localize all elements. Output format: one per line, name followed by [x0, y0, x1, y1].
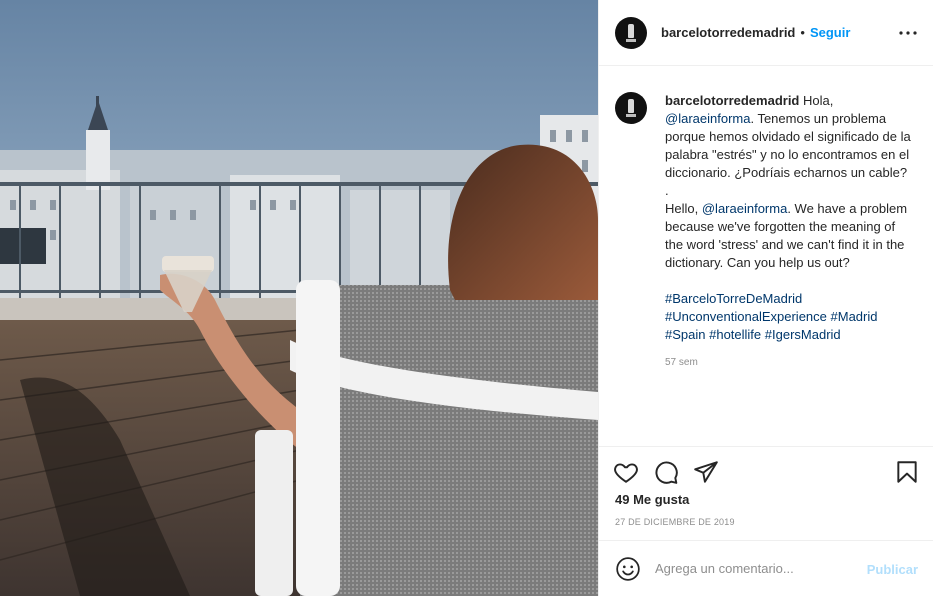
caption-dot: .: [665, 183, 669, 198]
share-icon[interactable]: [693, 459, 719, 485]
post-photo[interactable]: [0, 0, 598, 596]
hashtag-link[interactable]: #UnconventionalExperience: [665, 309, 827, 324]
post-header: barcelotorredemadrid • Seguir: [599, 0, 933, 66]
hashtag-link[interactable]: #IgersMadrid: [765, 327, 841, 342]
publish-button[interactable]: Publicar: [867, 562, 918, 577]
separator-dot: •: [800, 25, 805, 40]
comment-icon[interactable]: [653, 459, 679, 485]
caption-username[interactable]: barcelotorredemadrid: [665, 93, 799, 108]
hashtag-link[interactable]: #Spain: [665, 327, 705, 342]
bookmark-icon[interactable]: [894, 459, 920, 485]
likes-count[interactable]: 49 Me gusta: [615, 492, 689, 507]
action-bar: [599, 446, 933, 494]
more-options-icon[interactable]: [897, 22, 919, 44]
comment-bar: Publicar: [599, 540, 933, 596]
caption-text: Hola,: [799, 93, 834, 108]
statue-icon: [628, 23, 634, 38]
hashtag-link[interactable]: #BarceloTorreDeMadrid: [665, 291, 802, 306]
mention-link[interactable]: @laraeinforma: [702, 201, 787, 216]
instagram-post: barcelotorredemadrid • Seguir barcelotor…: [0, 0, 933, 596]
avatar[interactable]: [615, 16, 647, 49]
hashtags: #BarceloTorreDeMadrid #UnconventionalExpe…: [665, 290, 915, 344]
rooftop-photo: [0, 0, 598, 596]
follow-button[interactable]: Seguir: [810, 25, 850, 40]
post-sidebar: barcelotorredemadrid • Seguir barcelotor…: [598, 0, 933, 596]
header-username[interactable]: barcelotorredemadrid: [661, 25, 795, 40]
hashtag-link[interactable]: #Madrid: [831, 309, 878, 324]
heart-icon[interactable]: [613, 459, 639, 485]
post-date[interactable]: 27 DE DICIEMBRE DE 2019: [615, 517, 735, 527]
caption-english: Hello, @laraeinforma. We have a problem …: [665, 200, 915, 272]
mention-link[interactable]: @laraeinforma: [665, 111, 750, 126]
comment-input[interactable]: [655, 561, 835, 576]
caption-spanish: barcelotorredemadrid Hola, @laraeinforma…: [665, 92, 915, 182]
emoji-icon[interactable]: [615, 556, 641, 582]
caption-avatar[interactable]: [615, 92, 647, 124]
statue-icon: [628, 99, 634, 113]
post-caption: barcelotorredemadrid Hola, @laraeinforma…: [615, 92, 920, 372]
caption-text: Hello,: [665, 201, 702, 216]
caption-body: barcelotorredemadrid Hola, @laraeinforma…: [665, 92, 915, 372]
hashtag-link[interactable]: #hotellife: [709, 327, 761, 342]
caption-timestamp[interactable]: 57 sem: [665, 354, 915, 372]
